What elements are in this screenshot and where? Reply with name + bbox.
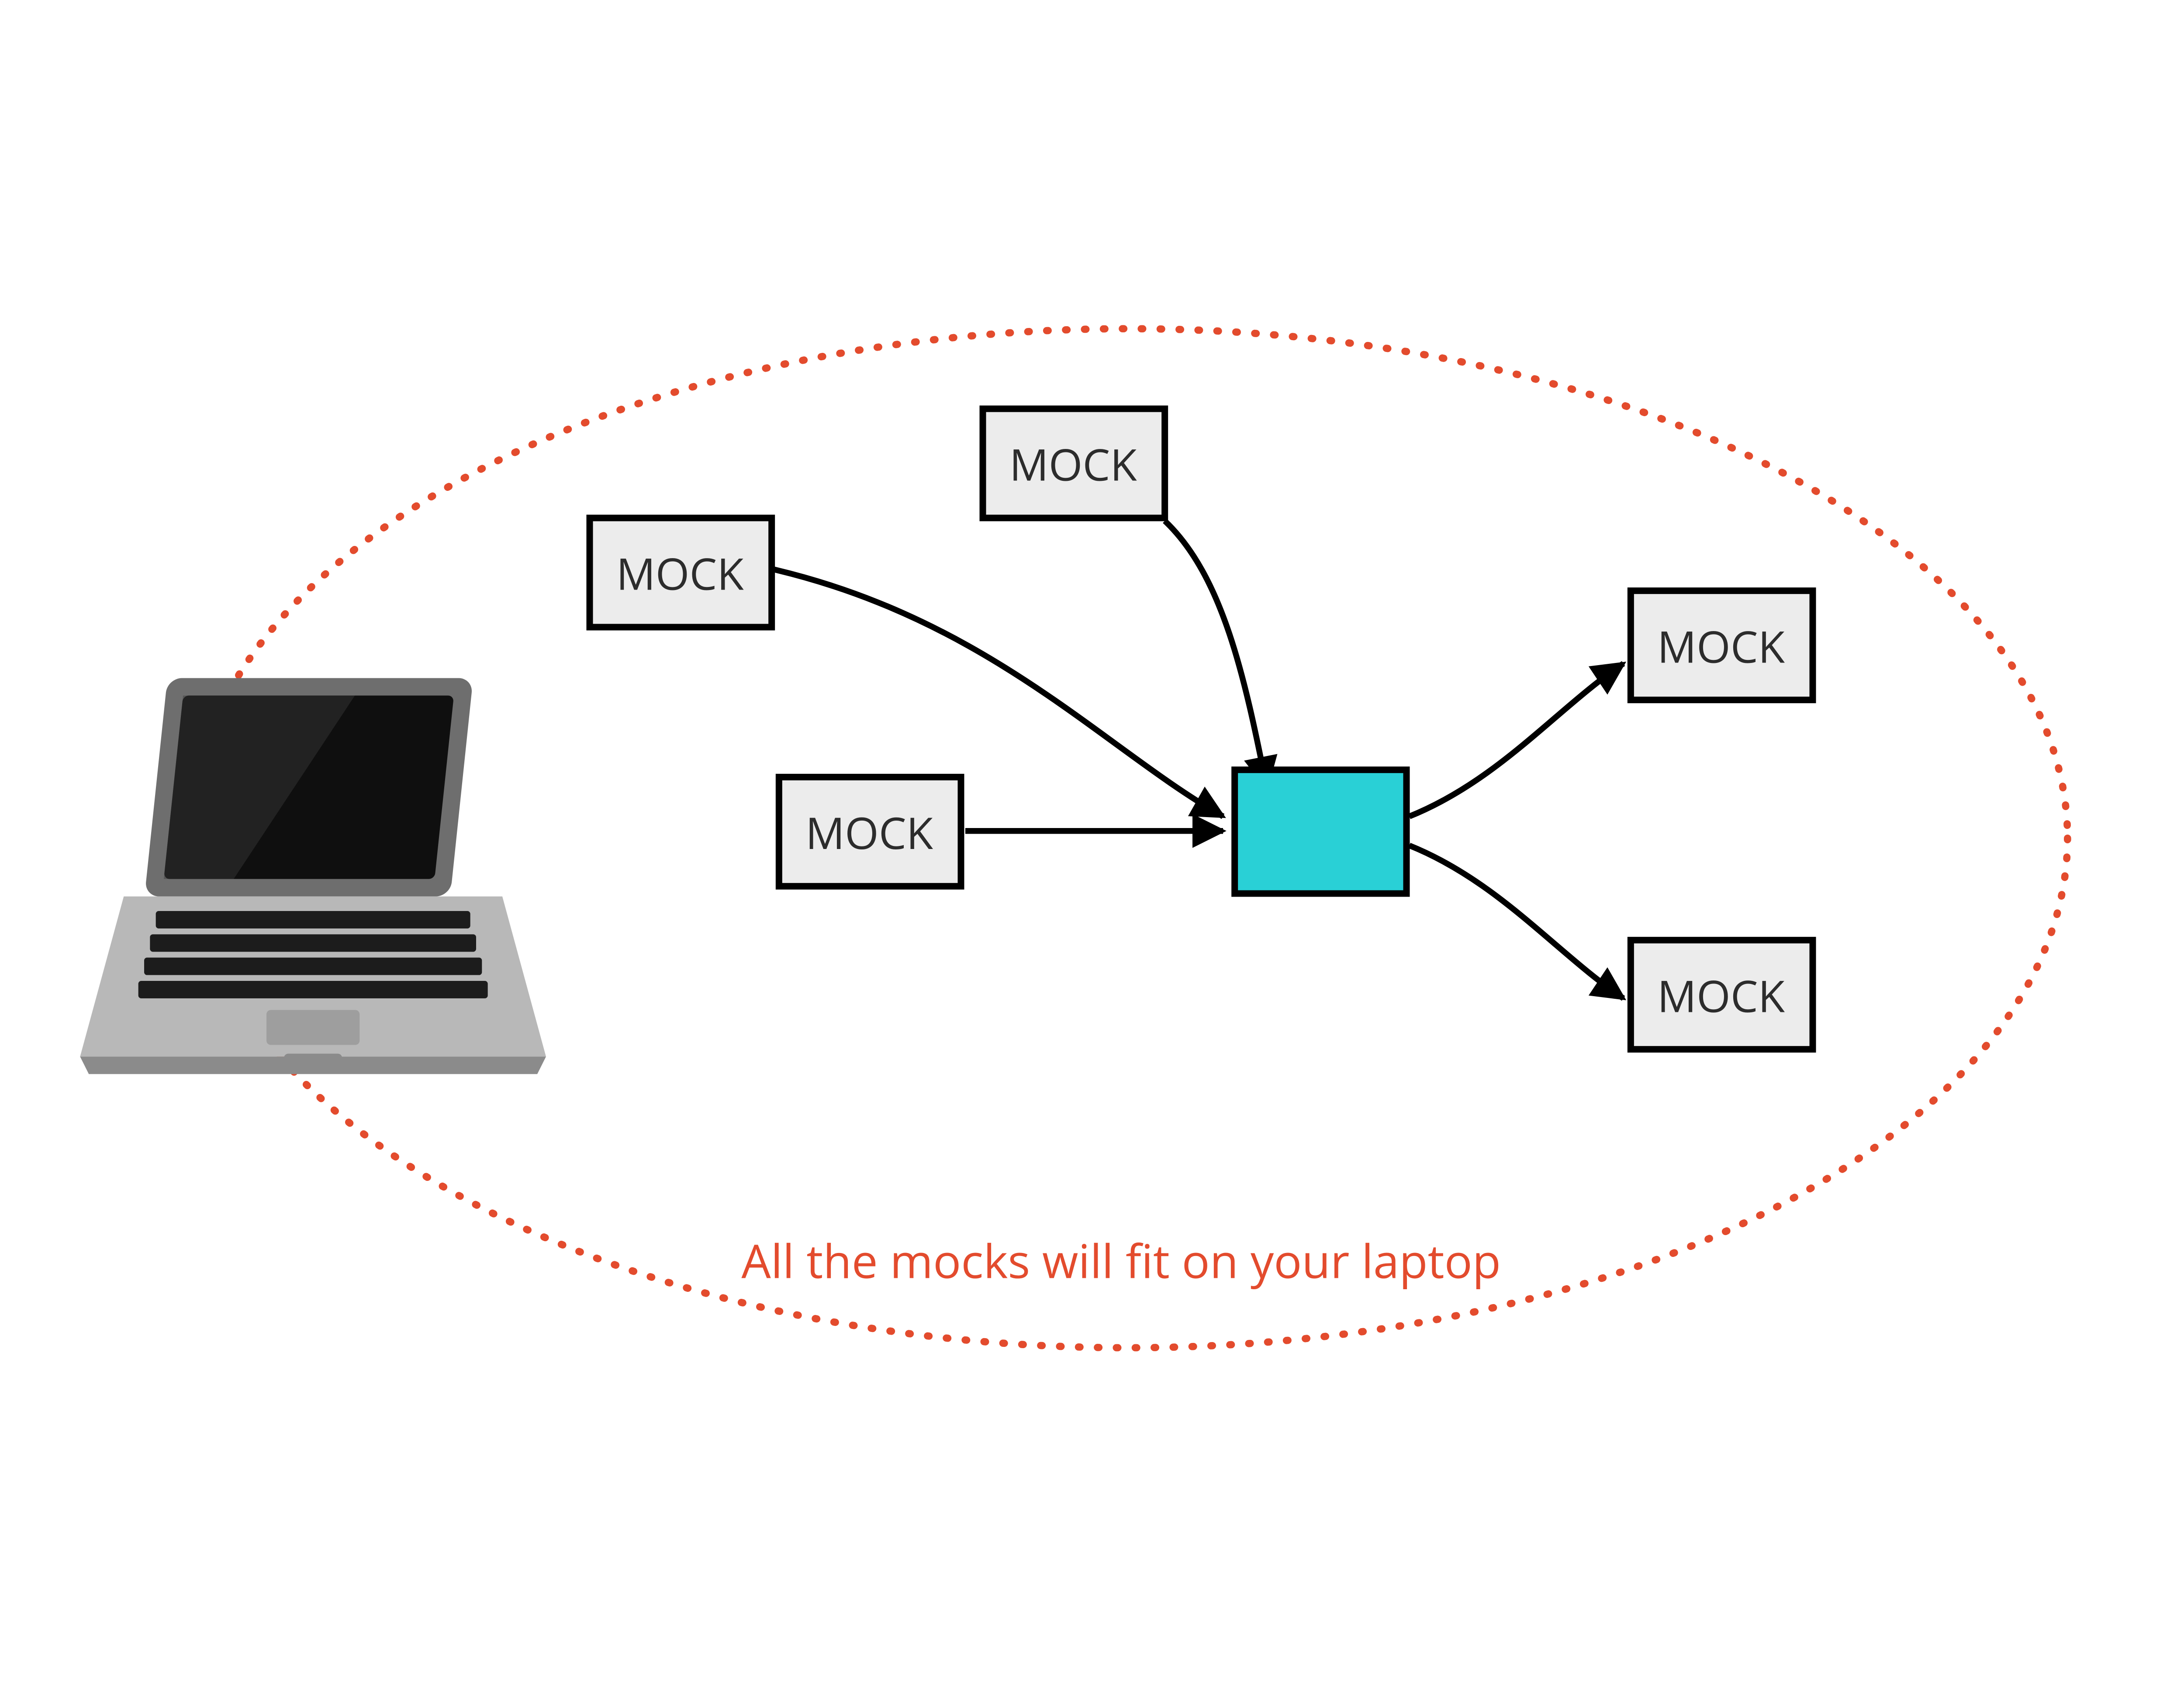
edge-target-mock4 [1410, 663, 1624, 816]
mock-node-5-label: MOCK [1657, 966, 1785, 1025]
laptop-icon [80, 678, 546, 1074]
mock-node-5: MOCK [1631, 940, 1813, 1049]
target-node [1235, 770, 1406, 894]
mock-node-2: MOCK [983, 409, 1165, 518]
diagram-caption: All the mocks will fit on your laptop [741, 1229, 1501, 1292]
mock-node-3: MOCK [779, 777, 961, 886]
mock-node-2-label: MOCK [1009, 435, 1137, 494]
mock-node-1: MOCK [590, 518, 772, 627]
edge-mock2-target [1165, 521, 1267, 787]
mock-node-3-label: MOCK [805, 803, 933, 862]
mock-node-4-label: MOCK [1657, 616, 1785, 676]
edge-target-mock5 [1410, 846, 1624, 998]
mock-node-4: MOCK [1631, 591, 1813, 700]
mock-node-1-label: MOCK [616, 544, 744, 603]
